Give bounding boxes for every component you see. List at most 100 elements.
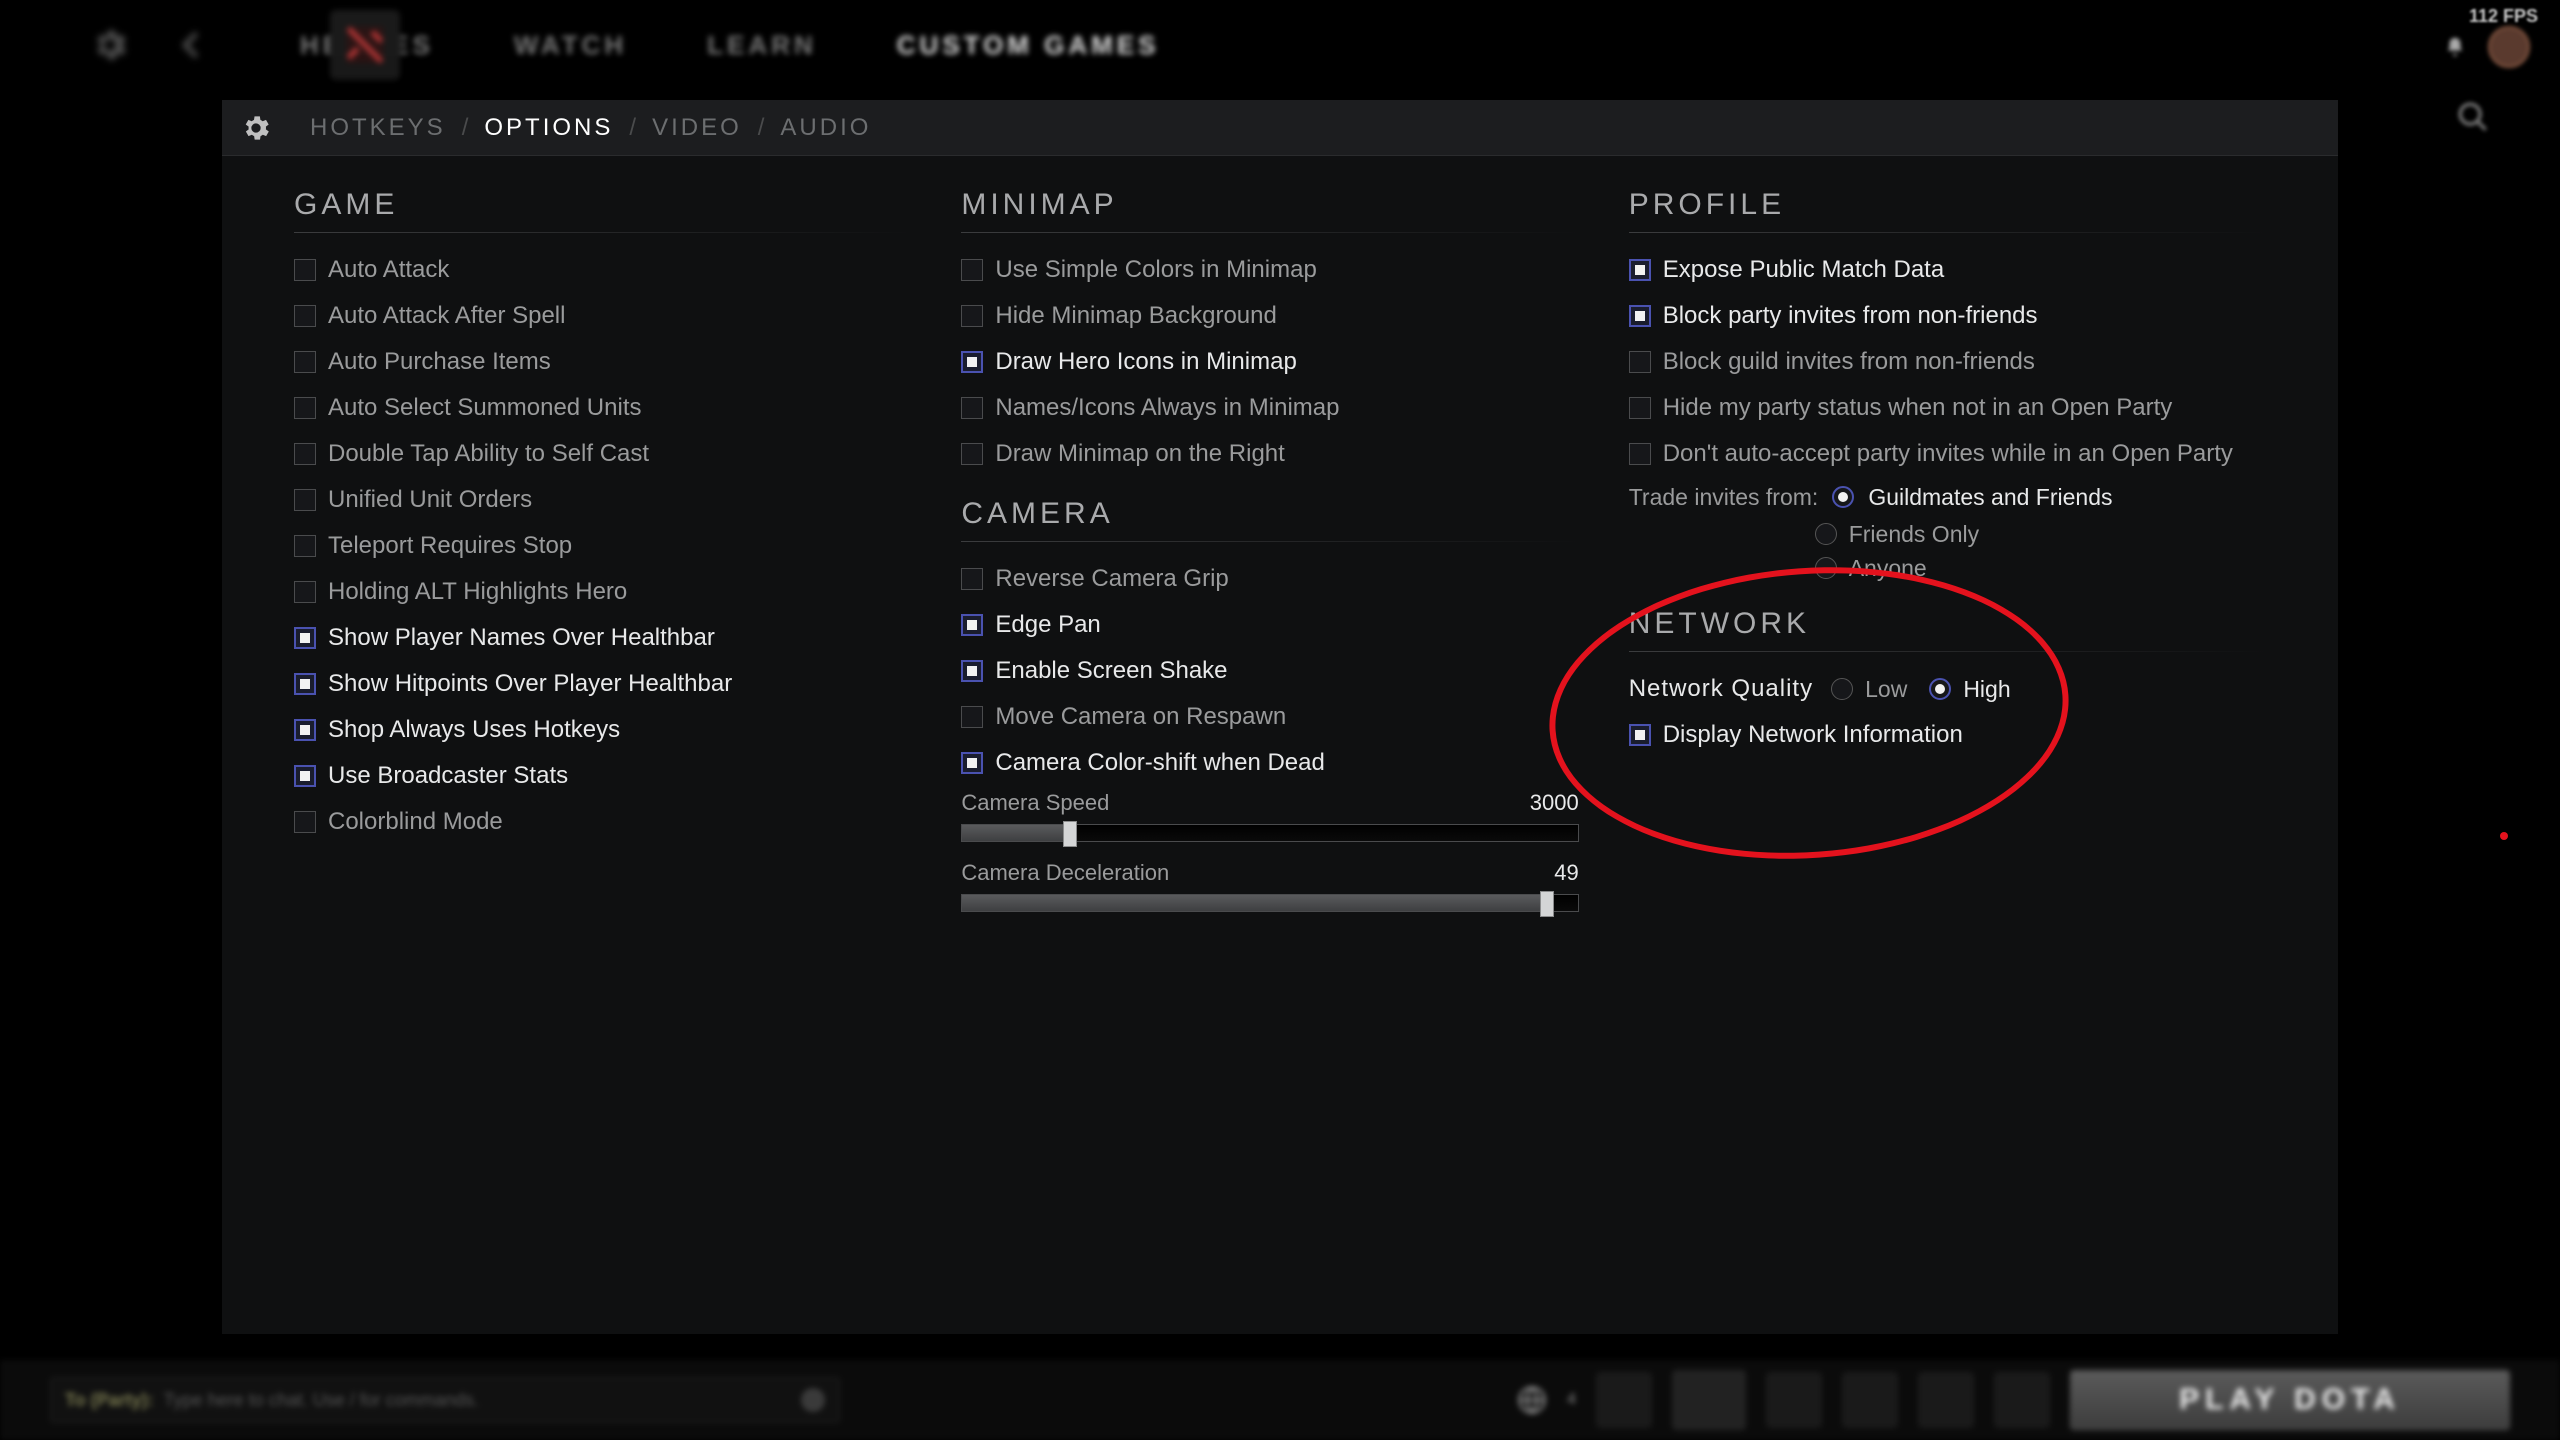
slider-thumb[interactable] [1540, 891, 1554, 917]
tab-separator: / [629, 114, 636, 142]
checkbox-label: Shop Always Uses Hotkeys [328, 716, 620, 744]
slider-label: Camera Speed [961, 790, 1109, 816]
game-option[interactable]: Use Broadcaster Stats [294, 753, 911, 799]
rule [961, 541, 1578, 542]
profile-option[interactable]: Block party invites from non-friends [1629, 293, 2266, 339]
annotation-dot [2500, 832, 2508, 840]
profile-option[interactable]: Block guild invites from non-friends [1629, 339, 2266, 385]
checkbox-icon [961, 259, 983, 281]
checkbox-icon [1629, 259, 1651, 281]
party-slot [1842, 1372, 1898, 1428]
minimap-option[interactable]: Hide Minimap Background [961, 293, 1578, 339]
avatar [2488, 26, 2530, 68]
camera-option[interactable]: Enable Screen Shake [961, 648, 1578, 694]
slider-fill [962, 895, 1547, 911]
slider-label: Camera Deceleration [961, 860, 1169, 886]
radio-label: Anyone [1849, 555, 1927, 582]
camera-option[interactable]: Reverse Camera Grip [961, 556, 1578, 602]
checkbox-label: Move Camera on Respawn [995, 703, 1286, 731]
emoji-icon [801, 1388, 825, 1412]
minimap-option[interactable]: Draw Minimap on the Right [961, 431, 1578, 477]
game-option[interactable]: Double Tap Ability to Self Cast [294, 431, 911, 477]
party-slot-hero [1672, 1370, 1746, 1430]
checkbox-label: Expose Public Match Data [1663, 256, 1944, 284]
slider-track[interactable] [961, 824, 1578, 842]
checkbox-icon [1629, 397, 1651, 419]
tab-hotkeys[interactable]: HOTKEYS [310, 114, 446, 142]
background-footer: To (Party): Type here to chat. Use / for… [0, 1360, 2560, 1440]
game-option[interactable]: Teleport Requires Stop [294, 523, 911, 569]
trade-radio-friends-only[interactable]: Friends Only [1815, 517, 2266, 551]
game-option[interactable]: Auto Attack [294, 247, 911, 293]
checkbox-label: Display Network Information [1663, 721, 1963, 749]
checkbox-label: Use Simple Colors in Minimap [995, 256, 1316, 284]
network-quality-low-label[interactable]: Low [1865, 676, 1907, 703]
game-option[interactable]: Auto Purchase Items [294, 339, 911, 385]
checkbox-label: Colorblind Mode [328, 808, 503, 836]
display-network-info[interactable]: Display Network Information [1629, 712, 2266, 758]
checkbox-label: Show Hitpoints Over Player Healthbar [328, 670, 732, 698]
game-option[interactable]: Holding ALT Highlights Hero [294, 569, 911, 615]
rule [294, 232, 911, 233]
minimap-option[interactable]: Use Simple Colors in Minimap [961, 247, 1578, 293]
minimap-options: Use Simple Colors in Minimap Hide Minimap… [961, 247, 1578, 477]
game-option[interactable]: Shop Always Uses Hotkeys [294, 707, 911, 753]
checkbox-label: Draw Hero Icons in Minimap [995, 348, 1296, 376]
checkbox-icon [961, 706, 983, 728]
checkbox-icon [294, 397, 316, 419]
checkbox-icon [294, 627, 316, 649]
network-quality-radio-high[interactable] [1929, 678, 1951, 700]
camera-decel-slider[interactable]: Camera Deceleration 49 [961, 860, 1578, 912]
trade-radio-first-inline[interactable] [1832, 486, 1854, 508]
trade-radio-anyone[interactable]: Anyone [1815, 551, 2266, 585]
main-nav: HEROES WATCH LEARN CUSTOM GAMES [300, 30, 1160, 61]
minimap-option[interactable]: Draw Hero Icons in Minimap [961, 339, 1578, 385]
minimap-option[interactable]: Names/Icons Always in Minimap [961, 385, 1578, 431]
camera-option[interactable]: Camera Color-shift when Dead [961, 740, 1578, 786]
game-option[interactable]: Auto Select Summoned Units [294, 385, 911, 431]
checkbox-label: Hide my party status when not in an Open… [1663, 394, 2173, 422]
rule [961, 232, 1578, 233]
tab-separator: / [462, 114, 469, 142]
nav-learn: LEARN [707, 30, 817, 61]
camera-speed-slider[interactable]: Camera Speed 3000 [961, 790, 1578, 842]
slider-track[interactable] [961, 894, 1578, 912]
game-option[interactable]: Show Hitpoints Over Player Healthbar [294, 661, 911, 707]
profile-option[interactable]: Hide my party status when not in an Open… [1629, 385, 2266, 431]
tab-video[interactable]: VIDEO [652, 114, 742, 142]
game-option[interactable]: Colorblind Mode [294, 799, 911, 845]
network-quality-radio-low[interactable] [1831, 678, 1853, 700]
profile-option[interactable]: Expose Public Match Data [1629, 247, 2266, 293]
camera-options: Reverse Camera Grip Edge PanEnable Screen… [961, 556, 1578, 786]
slider-thumb[interactable] [1063, 821, 1077, 847]
camera-option[interactable]: Move Camera on Respawn [961, 694, 1578, 740]
trade-radio-label-first[interactable]: Guildmates and Friends [1868, 484, 2112, 511]
party-slot [1766, 1372, 1822, 1428]
network-quality-high-label[interactable]: High [1963, 676, 2010, 703]
checkbox-icon [961, 397, 983, 419]
settings-tabbar: HOTKEYS / OPTIONS / VIDEO / AUDIO [222, 100, 2338, 156]
tab-audio[interactable]: AUDIO [780, 114, 871, 142]
radio-icon [1815, 557, 1837, 579]
checkbox-label: Reverse Camera Grip [995, 565, 1228, 593]
checkbox-icon [1629, 351, 1651, 373]
checkbox-icon [1629, 305, 1651, 327]
slider-fill [962, 825, 1070, 841]
checkbox-icon [294, 719, 316, 741]
checkbox-label: Unified Unit Orders [328, 486, 532, 514]
slider-value: 49 [1554, 860, 1578, 886]
camera-option[interactable]: Edge Pan [961, 602, 1578, 648]
game-option[interactable]: Show Player Names Over Healthbar [294, 615, 911, 661]
nav-custom-games: CUSTOM GAMES [897, 30, 1160, 61]
tab-options[interactable]: OPTIONS [484, 114, 613, 142]
fps-counter: 112 FPS [2469, 6, 2538, 27]
game-option[interactable]: Unified Unit Orders [294, 477, 911, 523]
play-button-label: PLAY DOTA [2179, 1383, 2401, 1417]
checkbox-label: Auto Attack [328, 256, 449, 284]
game-option[interactable]: Auto Attack After Spell [294, 293, 911, 339]
checkbox-icon [294, 765, 316, 787]
profile-option[interactable]: Don't auto-accept party invites while in… [1629, 431, 2266, 477]
radio-icon [1815, 523, 1837, 545]
checkbox-label: Use Broadcaster Stats [328, 762, 568, 790]
rule [1629, 232, 2266, 233]
